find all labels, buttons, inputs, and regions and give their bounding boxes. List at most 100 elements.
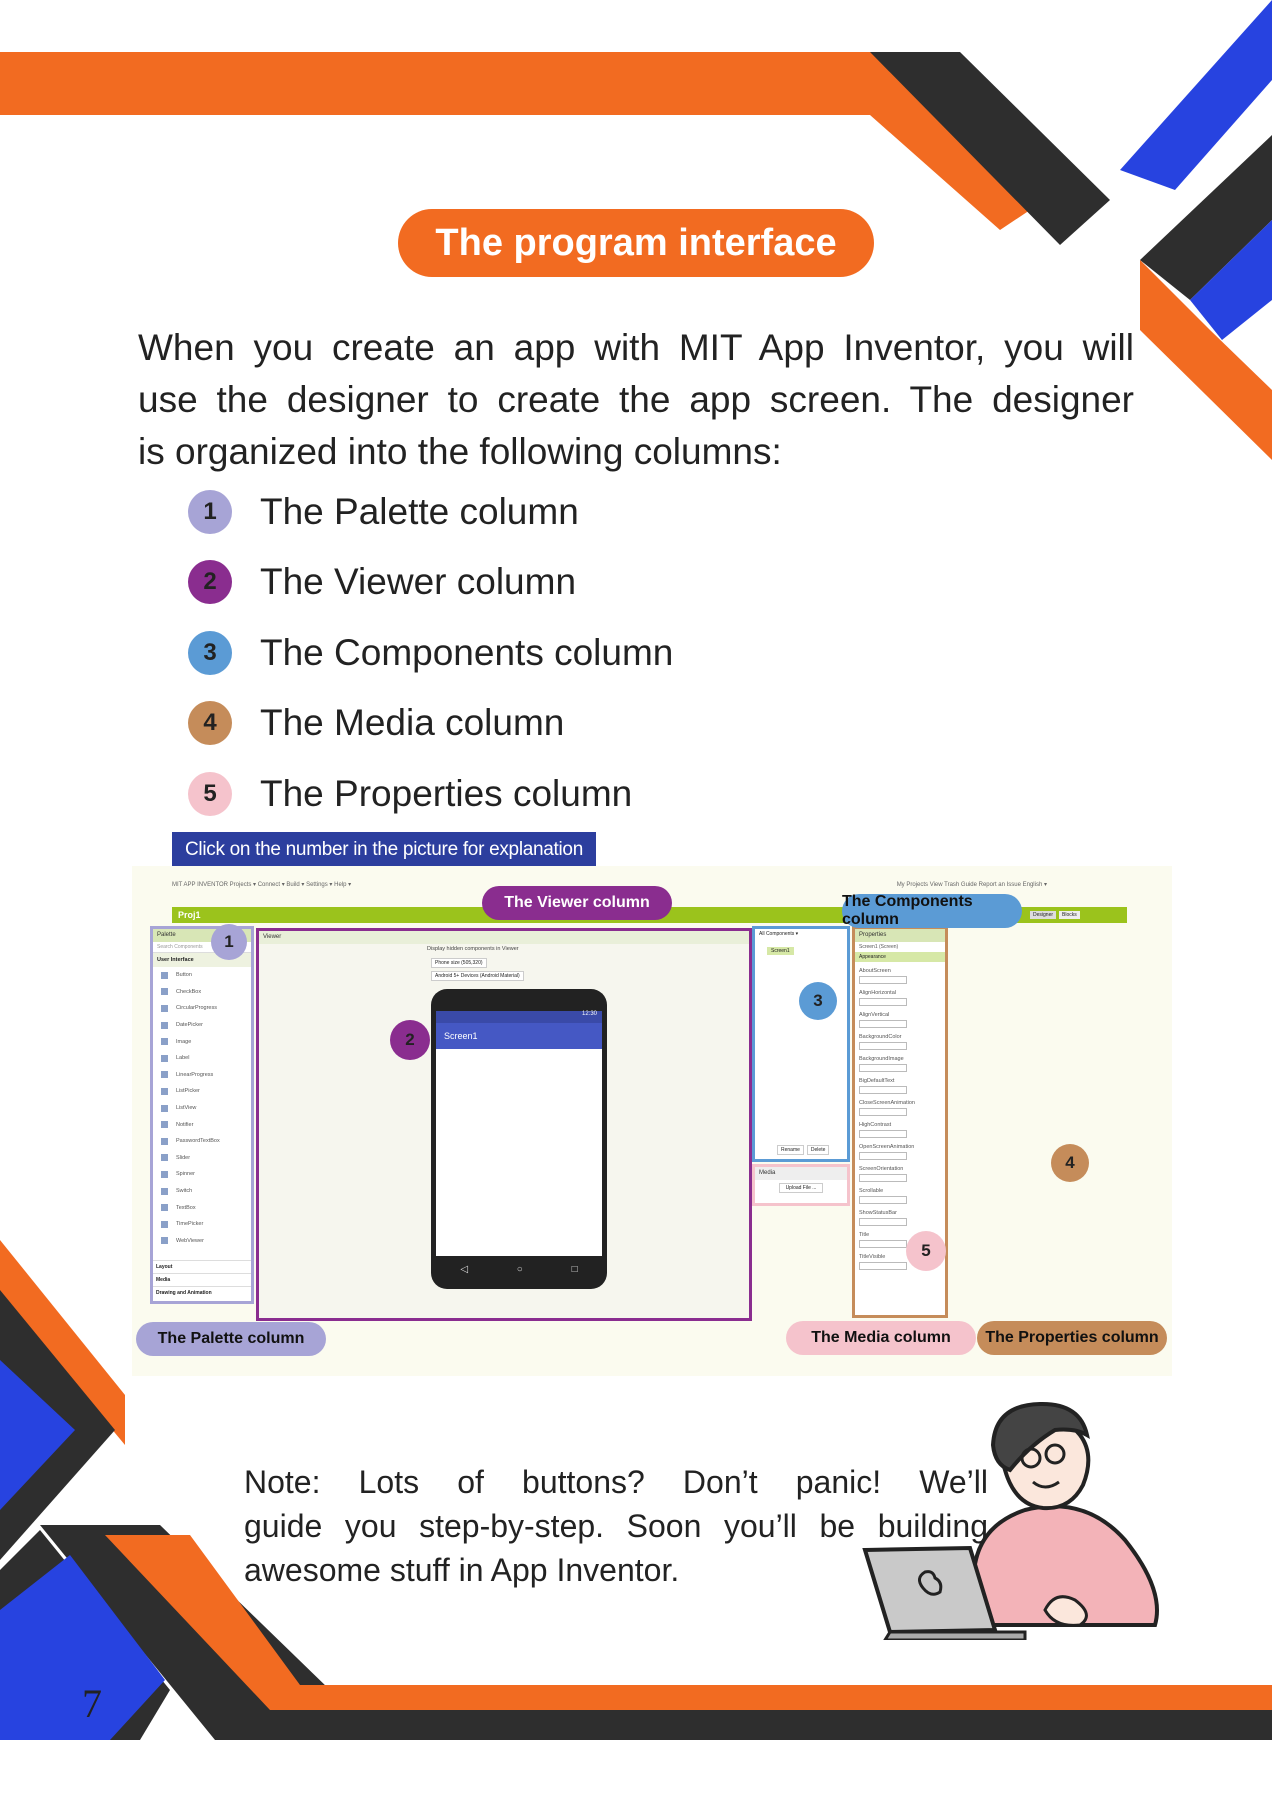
note-line: guide you step-by-step. Soon you’ll be b…: [244, 1508, 988, 1544]
page-number: 7: [82, 1681, 102, 1726]
upload-file-button[interactable]: Upload File ...: [779, 1183, 823, 1193]
palette-item-label: Spinner: [176, 1171, 195, 1178]
column-item-properties[interactable]: 5 The Properties column: [188, 769, 632, 819]
badge-media[interactable]: 4: [1051, 1144, 1089, 1182]
intro-line: use the designer to create the app scree…: [138, 379, 1134, 420]
viewer-checkbox[interactable]: Display hidden components in Viewer: [427, 946, 519, 952]
property-input[interactable]: [859, 1086, 907, 1094]
intro-line: When you create an app with MIT App Inve…: [138, 327, 1134, 368]
column-item-palette[interactable]: 1 The Palette column: [188, 487, 579, 537]
palette-item[interactable]: DatePicker: [153, 1017, 251, 1034]
palette-item[interactable]: TimePicker: [153, 1216, 251, 1233]
component-icon: [161, 1054, 168, 1062]
designer-button[interactable]: Designer: [1030, 911, 1057, 919]
badge-properties[interactable]: 5: [906, 1231, 946, 1271]
palette-item[interactable]: ListView: [153, 1100, 251, 1117]
property-input[interactable]: [859, 1152, 907, 1160]
palette-footer-item[interactable]: Media: [153, 1273, 251, 1286]
phone-nav-bar: ◁ ○ □: [436, 1259, 602, 1279]
column-label: The Viewer column: [260, 561, 577, 602]
properties-column-tag[interactable]: The Properties column: [977, 1321, 1167, 1355]
components-screen-item[interactable]: Screen1: [767, 947, 794, 955]
column-label: The Components column: [260, 632, 674, 673]
phone-screen: 12:30 Screen1: [436, 1011, 602, 1256]
property-input[interactable]: [859, 1262, 907, 1270]
palette-item-label: PasswordTextBox: [176, 1138, 220, 1145]
property-label: ScreenOrientation: [859, 1166, 904, 1172]
property-input[interactable]: [859, 998, 907, 1006]
palette-item[interactable]: LinearProgress: [153, 1067, 251, 1084]
component-icon: [161, 1104, 168, 1112]
palette-item[interactable]: ListPicker: [153, 1083, 251, 1100]
property-input[interactable]: [859, 1240, 907, 1248]
recents-icon: □: [571, 1263, 578, 1275]
property-input[interactable]: [859, 1108, 907, 1116]
phone-status-bar: 12:30: [436, 1011, 602, 1023]
components-head[interactable]: All Components ▾: [755, 929, 847, 939]
intro-line: is organized into the following columns:: [138, 431, 782, 472]
palette-item-label: Label: [176, 1055, 190, 1062]
hint-bar: Click on the number in the picture for e…: [172, 832, 596, 867]
badge-components[interactable]: 3: [799, 982, 837, 1020]
palette-column-tag[interactable]: The Palette column: [136, 1322, 326, 1356]
properties-subtitle: Screen1 (Screen): [859, 944, 899, 950]
property-input[interactable]: [859, 1020, 907, 1028]
back-icon: ◁: [460, 1263, 469, 1275]
palette-item[interactable]: Spinner: [153, 1166, 251, 1183]
property-input[interactable]: [859, 1064, 907, 1072]
palette-footer-item[interactable]: Drawing and Animation: [153, 1286, 251, 1299]
components-column-tag[interactable]: The Components column: [842, 893, 1022, 928]
viewer-size-select[interactable]: Phone size (505,320): [431, 958, 487, 968]
property-label: BigDefaultText: [859, 1078, 895, 1084]
badge-palette[interactable]: 1: [211, 924, 247, 960]
palette-item[interactable]: Image: [153, 1033, 251, 1050]
palette-item[interactable]: Slider: [153, 1150, 251, 1167]
property-input[interactable]: [859, 1174, 907, 1182]
palette-item[interactable]: Switch: [153, 1183, 251, 1200]
media-column-tag[interactable]: The Media column: [786, 1321, 976, 1355]
badge-viewer[interactable]: 2: [390, 1020, 430, 1060]
palette-item[interactable]: PasswordTextBox: [153, 1133, 251, 1150]
palette-list: Button CheckBox CircularProgress DatePicker…: [153, 967, 251, 1249]
palette-item-label: LinearProgress: [176, 1071, 214, 1078]
number-badge: 4: [188, 701, 232, 745]
project-name: Proj1: [178, 910, 201, 920]
viewer-theme-select[interactable]: Android 5+ Devices (Android Material): [431, 971, 524, 981]
palette-item[interactable]: Button: [153, 967, 251, 984]
palette-item[interactable]: Notifier: [153, 1116, 251, 1133]
media-panel: Media Upload File ...: [752, 1164, 850, 1206]
palette-item-label: ListView: [176, 1105, 197, 1112]
palette-item-label: ListPicker: [176, 1088, 200, 1095]
property-label: BackgroundImage: [859, 1056, 904, 1062]
palette-item[interactable]: CheckBox: [153, 984, 251, 1001]
palette-item[interactable]: WebViewer: [153, 1233, 251, 1250]
blocks-button[interactable]: Blocks: [1059, 911, 1080, 919]
number-badge: 5: [188, 772, 232, 816]
media-head: Media: [755, 1167, 847, 1180]
property-input[interactable]: [859, 1196, 907, 1204]
properties-list: AboutScreen AlignHorizontal AlignVertical B…: [855, 968, 945, 1270]
component-icon: [161, 1220, 168, 1228]
palette-item-label: WebViewer: [176, 1237, 204, 1244]
property-input[interactable]: [859, 1218, 907, 1226]
column-item-viewer[interactable]: 2 The Viewer column: [188, 557, 576, 607]
property-label: Scrollable: [859, 1188, 884, 1194]
palette-item-label: Slider: [176, 1154, 191, 1161]
column-item-components[interactable]: 3 The Components column: [188, 628, 673, 678]
palette-item[interactable]: TextBox: [153, 1199, 251, 1216]
palette-footer-item[interactable]: Layout: [153, 1260, 251, 1273]
viewer-column-tag[interactable]: The Viewer column: [482, 886, 672, 920]
component-icon: [161, 1137, 168, 1145]
delete-button[interactable]: Delete: [806, 1145, 830, 1155]
property-input[interactable]: [859, 1130, 907, 1138]
property-label: OpenScreenAnimation: [859, 1144, 915, 1150]
component-icon: [161, 1038, 168, 1046]
palette-panel: Palette Search Components User Interface…: [150, 926, 254, 1304]
rename-button[interactable]: Rename: [777, 1145, 804, 1155]
palette-item[interactable]: CircularProgress: [153, 1000, 251, 1017]
palette-item[interactable]: Label: [153, 1050, 251, 1067]
properties-group[interactable]: Appearance: [855, 952, 945, 962]
column-item-media[interactable]: 4 The Media column: [188, 698, 564, 748]
property-input[interactable]: [859, 1042, 907, 1050]
property-input[interactable]: [859, 976, 907, 984]
